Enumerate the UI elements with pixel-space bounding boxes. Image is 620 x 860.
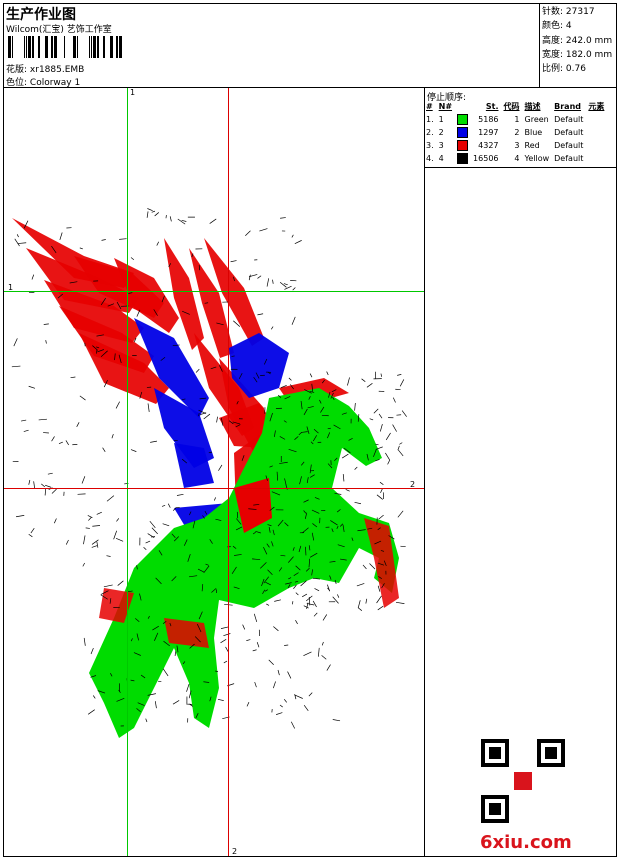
- spec-scale: 比例: 0.76: [542, 64, 586, 75]
- table-row: 4. 4 16506 4 Yellow Default: [424, 152, 607, 165]
- stops-bottom-line: [424, 167, 617, 168]
- guide-line-horizontal-2: [4, 488, 424, 489]
- spec-height: 高度: 242.0 mm: [542, 35, 613, 46]
- design-label: 花版:: [6, 65, 28, 75]
- color-swatch: [455, 113, 471, 126]
- col-header-num: #: [426, 102, 433, 111]
- color-swatch: [455, 139, 471, 152]
- col-header-desc: 描述: [524, 102, 541, 111]
- row-desc: Yellow: [524, 153, 550, 163]
- row-n: 2: [438, 127, 444, 137]
- table-row: 3. 3 4327 3 Red Default: [424, 139, 607, 152]
- barcode: [8, 36, 122, 58]
- panel-divider: [424, 87, 425, 857]
- row-num: 1.: [426, 114, 434, 124]
- table-row: 1. 1 5186 1 Green Default: [424, 113, 607, 126]
- watermark-text: 6xiu.com: [480, 832, 572, 853]
- design-file: 花版: xr1885.EMB: [6, 62, 84, 75]
- row-element: [586, 113, 607, 126]
- row-desc: Blue: [524, 127, 543, 137]
- col-header-element: 元素: [588, 102, 605, 111]
- spec-width: 宽度: 182.0 mm: [542, 49, 613, 60]
- design-specs: 针数: 27317 颜色: 4 高度: 242.0 mm 宽度: 182.0 m…: [542, 5, 612, 76]
- col-header-n: N#: [438, 102, 453, 111]
- design-canvas: [11, 208, 407, 738]
- row-element: [586, 152, 607, 165]
- qr-code: [481, 739, 565, 823]
- row-brand: Default: [554, 114, 584, 124]
- col-header-code: 代码: [503, 102, 520, 111]
- company-name: Wilcom(汇宝) 艺饰工作室: [6, 25, 112, 35]
- design-value: xr1885.EMB: [29, 65, 85, 75]
- row-brand: Default: [554, 127, 584, 137]
- row-brand: Default: [554, 153, 584, 163]
- row-stitches: 4327: [478, 140, 499, 150]
- spec-stitches: 针数: 27317: [542, 7, 595, 17]
- col-header-brand: Brand: [554, 102, 582, 111]
- guide-label-h1: 1: [8, 283, 14, 292]
- stop-sequence-table: # N# St. 代码 描述 Brand 元素 1. 1 5186 1 Green Def…: [424, 101, 607, 165]
- table-header-row: # N# St. 代码 描述 Brand 元素: [424, 101, 607, 113]
- spec-colors: 颜色: 4: [542, 21, 572, 32]
- guide-label-v2: 2: [232, 847, 238, 856]
- row-n: 4: [438, 153, 444, 163]
- row-code: 4: [514, 153, 520, 163]
- table-row: 2. 2 1297 2 Blue Default: [424, 126, 607, 139]
- row-stitches: 1297: [478, 127, 499, 137]
- row-n: 1: [438, 114, 444, 124]
- row-code: 3: [514, 140, 520, 150]
- specs-divider: [539, 3, 540, 87]
- colorway: 色位: Colorway 1: [6, 75, 80, 88]
- row-element: [586, 126, 607, 139]
- row-num: 2.: [426, 127, 434, 137]
- colorway-value: Colorway 1: [29, 78, 81, 88]
- row-code: 2: [514, 127, 520, 137]
- guide-line-vertical-1: [127, 88, 128, 856]
- guide-line-horizontal-1: [4, 291, 424, 292]
- row-element: [586, 139, 607, 152]
- guide-label-v1: 1: [130, 88, 136, 97]
- row-num: 3.: [426, 140, 434, 150]
- col-header-stitches: St.: [485, 102, 499, 111]
- row-desc: Red: [524, 140, 540, 150]
- col-header-swatch: [455, 101, 471, 113]
- guide-line-vertical-2: [228, 88, 229, 856]
- guide-label-h2: 2: [410, 480, 416, 489]
- row-stitches: 16506: [473, 153, 499, 163]
- color-swatch: [455, 152, 471, 165]
- row-num: 4.: [426, 153, 434, 163]
- color-swatch: [455, 126, 471, 139]
- row-brand: Default: [554, 140, 584, 150]
- page-title: 生产作业图: [6, 7, 76, 23]
- row-n: 3: [438, 140, 444, 150]
- row-stitches: 5186: [478, 114, 499, 124]
- row-code: 1: [514, 114, 520, 124]
- colorway-label: 色位:: [6, 78, 28, 88]
- row-desc: Green: [524, 114, 549, 124]
